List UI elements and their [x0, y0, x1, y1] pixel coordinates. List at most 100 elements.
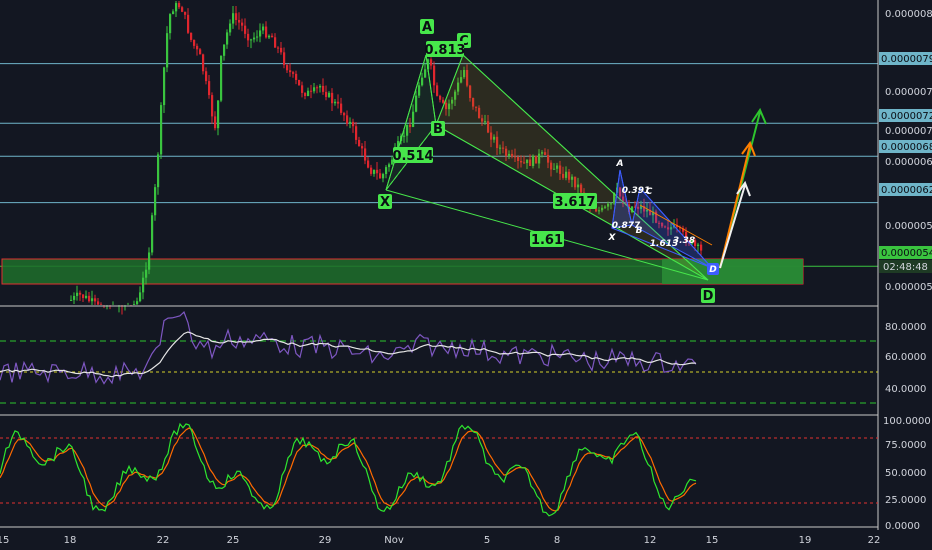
candle-body — [331, 92, 334, 104]
small-ratio-4: 3.38 — [673, 236, 695, 246]
candle-body — [439, 95, 442, 100]
time-tick: 22 — [157, 535, 170, 546]
candle-body — [223, 44, 226, 56]
price-tick: 0.00000580 — [885, 221, 932, 232]
candle-body — [268, 35, 271, 38]
time-tick: 5 — [484, 535, 490, 546]
candle-body — [151, 215, 154, 253]
time-tick: 25 — [227, 535, 240, 546]
candle-body — [292, 72, 295, 74]
candle-body — [196, 45, 199, 50]
time-tick: 22 — [868, 535, 881, 546]
time-tick: 18 — [64, 535, 77, 546]
candle-body — [388, 164, 391, 168]
candle-body — [145, 269, 148, 278]
candle-body — [91, 298, 94, 302]
time-tick: 29 — [319, 535, 332, 546]
candle-body — [166, 33, 169, 68]
candle-body — [346, 115, 349, 124]
candle-body — [229, 23, 232, 33]
ratio-ac: 0.813 — [424, 43, 465, 58]
stoch-tick: 0.0000 — [885, 521, 920, 532]
candle-body — [181, 7, 184, 12]
time-tick: 8 — [554, 535, 560, 546]
candle-body — [247, 33, 250, 41]
candle-body — [274, 37, 277, 48]
candle-body — [142, 277, 145, 293]
candle-body — [697, 244, 700, 246]
candle-body — [313, 87, 316, 92]
time-tick: Nov — [384, 535, 404, 546]
candle-body — [214, 116, 217, 129]
candle-body — [283, 52, 286, 66]
candle-body — [349, 121, 352, 124]
candle-body — [358, 139, 361, 147]
candle-body — [361, 146, 364, 149]
candle-body — [241, 22, 244, 26]
candle-body — [337, 101, 340, 104]
candle-body — [286, 65, 289, 71]
candle-body — [310, 90, 313, 92]
candle-body — [160, 105, 163, 155]
candle-body — [88, 295, 91, 302]
time-tick: 12 — [644, 535, 657, 546]
level-tag: 0.00000793 — [881, 54, 932, 65]
candle-body — [301, 85, 304, 93]
candle-body — [169, 14, 172, 34]
stoch-tick: 25.0000 — [885, 495, 926, 506]
candle-body — [265, 26, 268, 38]
candle-body — [154, 187, 157, 216]
label-d: D — [703, 289, 714, 304]
small-label-x: X — [608, 233, 617, 243]
candle-body — [355, 126, 358, 140]
candle-body — [190, 32, 193, 40]
stoch-tick: 100.0000 — [883, 416, 931, 427]
price-tick: 0.00000850 — [885, 9, 932, 20]
candle-body — [319, 85, 322, 88]
candle-body — [289, 70, 292, 73]
candle-body — [199, 49, 202, 55]
candle-body — [172, 11, 175, 15]
candle-body — [298, 80, 301, 86]
small-label-d: D — [709, 265, 717, 275]
candle-body — [367, 160, 370, 168]
candle-body — [364, 148, 367, 161]
candle-body — [340, 103, 343, 113]
rsi-tick: 40.0000 — [885, 384, 926, 395]
candle-body — [343, 112, 346, 116]
candle-body — [133, 304, 136, 305]
stoch-tick: 50.0000 — [885, 468, 926, 479]
price-tick: 0.00000660 — [885, 157, 932, 168]
candle-body — [373, 169, 376, 174]
candle-body — [385, 167, 388, 175]
time-tick: 15 — [0, 535, 9, 546]
candle-body — [442, 99, 445, 103]
level-tag: 0.00000681 — [881, 142, 932, 153]
level-tag: 0.00000625 — [881, 185, 932, 196]
candle-body — [256, 36, 259, 38]
candle-body — [208, 81, 211, 96]
candle-body — [82, 294, 85, 298]
candle-body — [379, 173, 382, 179]
ratio-xd: 1.61 — [531, 233, 563, 248]
candle-body — [316, 87, 319, 89]
chart-canvas[interactable]: A C B X D 0.813 0.514 3.617 1.61 A C X B… — [0, 0, 932, 550]
candle-body — [187, 14, 190, 33]
ratio-bd: 3.617 — [554, 195, 595, 210]
candle-body — [139, 292, 142, 302]
rsi-tick: 80.0000 — [885, 322, 926, 333]
candle-body — [226, 32, 229, 45]
candle-body — [253, 37, 256, 40]
label-b: B — [433, 122, 443, 137]
candle-body — [304, 92, 307, 97]
candle-body — [73, 295, 76, 300]
candle-body — [238, 19, 241, 23]
candle-body — [244, 25, 247, 34]
candle-body — [178, 3, 181, 8]
candle-body — [325, 91, 328, 97]
candle-body — [436, 85, 439, 96]
candle-body — [295, 73, 298, 81]
candle-body — [307, 90, 310, 97]
candle-body — [259, 30, 262, 37]
candle-body — [280, 47, 283, 53]
